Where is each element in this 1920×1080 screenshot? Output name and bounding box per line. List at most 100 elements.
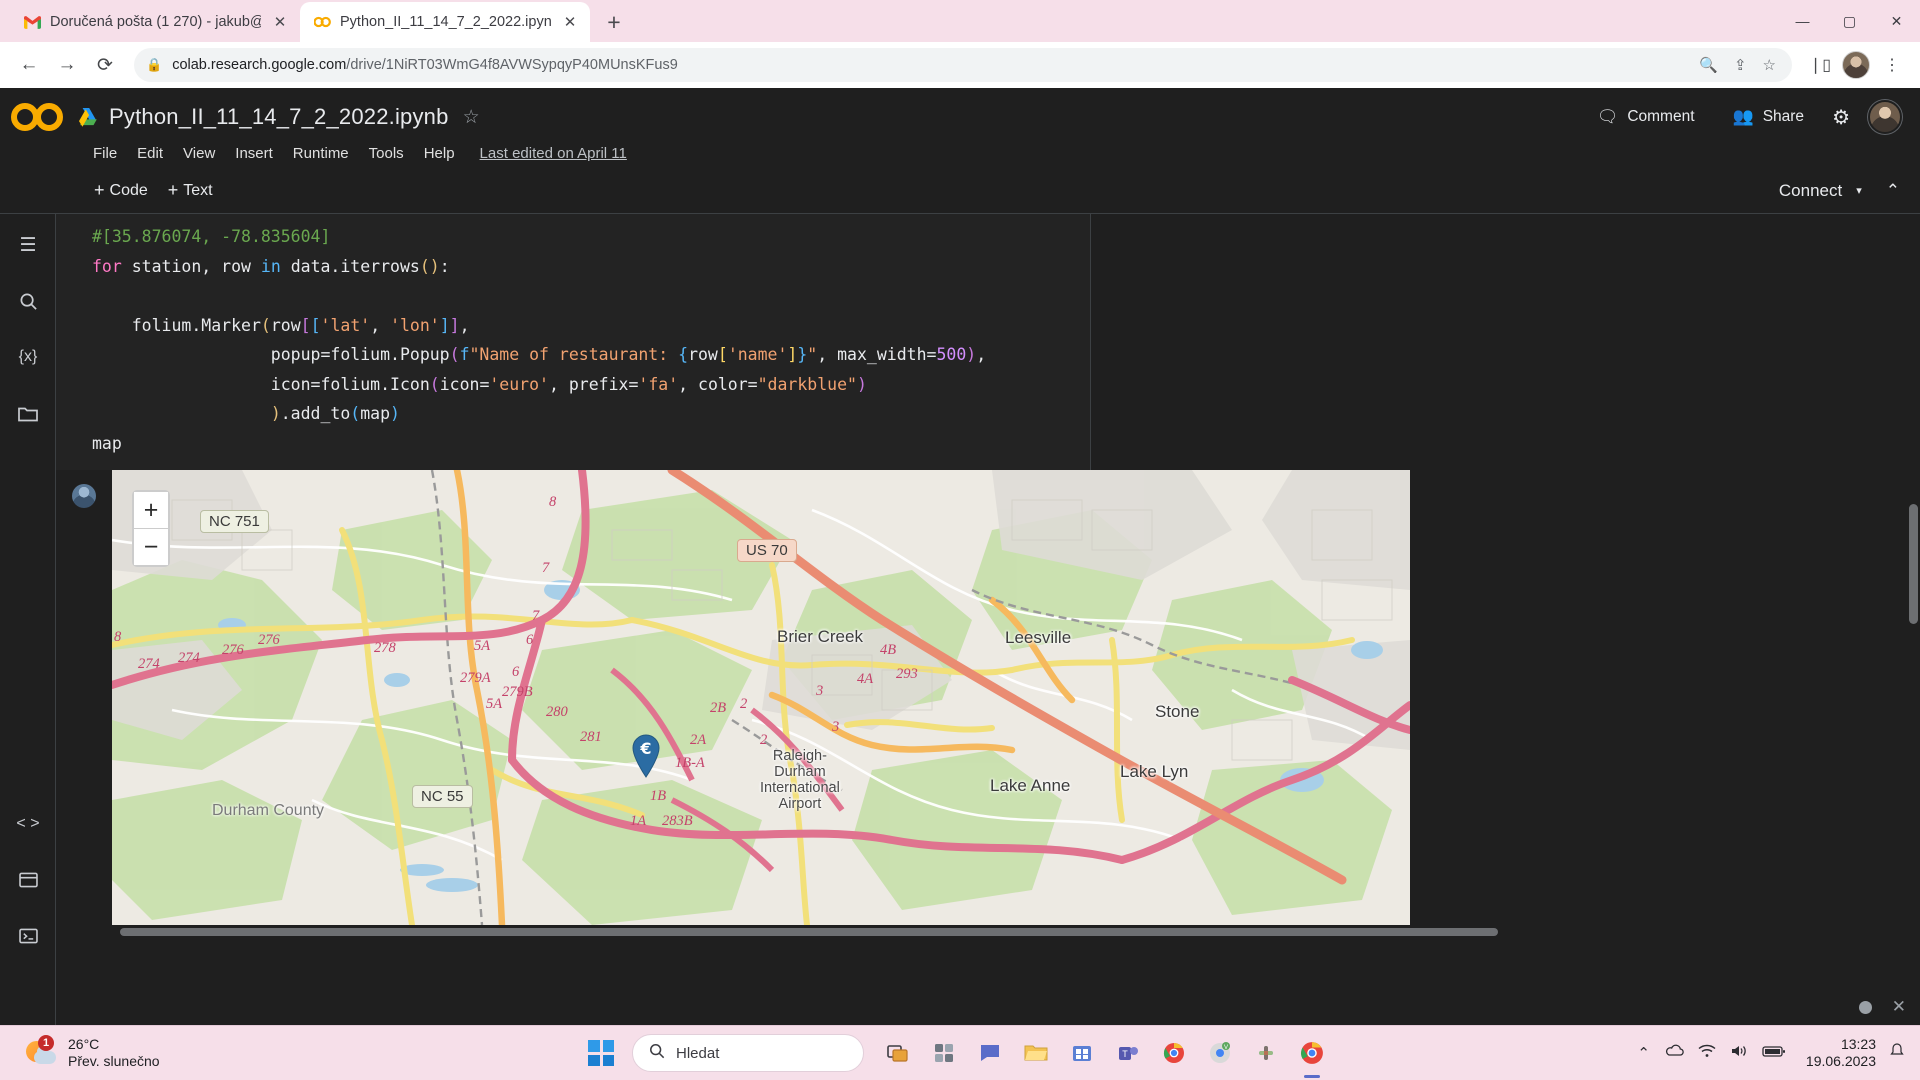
zoom-out-button[interactable]: − [134,529,168,565]
place-label-lake-lyn: Lake Lyn [1120,762,1189,781]
kebab-menu-icon[interactable]: ⋮ [1876,49,1908,81]
wifi-icon[interactable] [1698,1044,1716,1062]
colab-status-indicators: ✕ [1858,997,1906,1017]
zoom-in-button[interactable]: + [134,492,168,528]
colab-icon [314,14,331,31]
close-icon[interactable]: ✕ [1892,997,1906,1017]
exit-number: 278 [374,640,396,656]
map-zoom-controls[interactable]: + − [132,490,170,567]
star-outline-icon[interactable]: ☆ [463,106,480,129]
chrome-beta-icon[interactable]: V [1200,1033,1240,1073]
status-dot-icon [1858,1000,1872,1014]
code-snippets-icon[interactable]: < > [11,807,45,841]
close-icon[interactable]: ✕ [270,12,290,32]
forward-button[interactable]: → [50,48,84,82]
volume-icon[interactable] [1730,1044,1748,1062]
notification-icon[interactable] [1890,1043,1904,1063]
back-button[interactable]: ← [12,48,46,82]
share-icon[interactable]: ⇪ [1734,56,1747,74]
tab-gmail[interactable]: Doručená pošta (1 270) - jakub@ ✕ [10,2,300,42]
exit-number: 2 [740,696,748,712]
add-code-cell-button[interactable]: + Code [84,175,158,206]
teams-icon[interactable]: T [1108,1033,1148,1073]
browser-window: Doručená pošta (1 270) - jakub@ ✕ Python… [0,0,1920,1025]
chrome-active-icon[interactable] [1292,1033,1332,1073]
colab-sidebar-rail: ☰ {x} < > [0,214,56,1025]
exit-number: 8 [549,494,557,510]
last-edited-label[interactable]: Last edited on April 11 [480,145,627,162]
exit-number: 276 [258,632,280,648]
chrome-icon[interactable] [1154,1033,1194,1073]
code-line-map: map [92,433,122,453]
variables-icon[interactable]: {x} [11,340,45,374]
tab-title: Python_II_11_14_7_2_2022.ipynb [340,14,551,30]
folium-map[interactable]: + − NC 751 US 70 NC 55 8 8 7 7 6 6 5A 5A… [112,470,1410,925]
weather-widget[interactable]: 1 26°C Přev. slunečno [0,1035,160,1070]
horizontal-scrollbar[interactable] [56,925,1920,939]
user-avatar[interactable] [1868,100,1902,134]
extensions-icon[interactable]: ❘▯ [1804,49,1836,81]
google-drive-icon[interactable] [78,107,99,127]
exit-number: 293 [896,666,918,682]
exit-number: 283B [662,813,693,829]
map-marker-euro[interactable]: € [630,732,662,778]
search-input[interactable]: Hledat [632,1034,864,1072]
tab-colab[interactable]: Python_II_11_14_7_2_2022.ipynb ✕ [300,2,590,42]
profile-avatar[interactable] [1842,51,1870,79]
colab-logo[interactable] [0,88,78,146]
taskbar-clock[interactable]: 13:23 19.06.2023 [1800,1036,1876,1070]
close-window-button[interactable]: ✕ [1873,0,1920,42]
exit-number: 2B [710,700,727,716]
svg-text:T: T [1122,1049,1128,1059]
files-icon[interactable] [11,396,45,430]
comment-button[interactable]: 🗨 Comment [1587,101,1705,133]
store-icon[interactable] [1062,1033,1102,1073]
exit-number: 4A [857,671,874,687]
exit-number: 281 [580,729,602,745]
star-icon[interactable]: ☆ [1763,56,1776,74]
close-icon[interactable]: ✕ [560,12,580,32]
command-palette-icon[interactable] [11,863,45,897]
exit-number: 279B [502,684,533,700]
connect-button[interactable]: Connect [1771,175,1850,207]
people-icon: 👥 [1732,107,1754,126]
minimize-button[interactable]: — [1779,0,1826,42]
road-shield-us70: US 70 [737,539,797,562]
maximize-button[interactable]: ▢ [1826,0,1873,42]
exit-number: 4B [880,642,897,658]
widgets-icon[interactable] [924,1033,964,1073]
notebook-scroll-area[interactable]: #[35.876074, -78.835604] for station, ro… [56,214,1920,1025]
zoom-search-icon[interactable]: 🔍 [1699,56,1718,74]
table-of-contents-icon[interactable]: ☰ [11,228,45,262]
page-title: Python_II_11_14_7_2_2022.ipynb [109,104,449,129]
browser-toolbar: ← → ⟳ 🔒 colab.research.google.com/drive/… [0,42,1920,88]
battery-icon[interactable] [1762,1045,1786,1062]
windows-start-icon[interactable] [588,1040,614,1066]
comment-icon: 🗨 [1596,107,1619,126]
terminal-icon[interactable] [11,919,45,953]
taskview-icon[interactable] [878,1033,918,1073]
reload-button[interactable]: ⟳ [88,48,122,82]
code-cell[interactable]: #[35.876074, -78.835604] for station, ro… [56,214,1920,470]
code-editor[interactable]: #[35.876074, -78.835604] for station, ro… [56,214,1091,470]
file-explorer-icon[interactable] [1016,1033,1056,1073]
add-text-cell-button[interactable]: + Text [158,175,223,206]
search-icon[interactable] [11,284,45,318]
vertical-scrollbar-thumb[interactable] [1909,504,1918,624]
gear-icon[interactable]: ⚙ [1832,105,1850,130]
address-bar[interactable]: 🔒 colab.research.google.com/drive/1NiRT0… [134,48,1792,82]
slack-icon[interactable] [1246,1033,1286,1073]
share-button[interactable]: 👥 Share [1723,101,1815,133]
chevron-down-icon[interactable]: ▾ [1856,184,1862,197]
chevron-up-icon[interactable]: ⌃ [1886,181,1900,201]
scrollbar-thumb[interactable] [120,928,1498,936]
chevron-up-icon[interactable]: ⌃ [1637,1044,1650,1062]
new-tab-button[interactable]: + [597,5,631,39]
onedrive-icon[interactable] [1664,1044,1684,1062]
road-shield-nc751: NC 751 [200,510,269,533]
code-line-comment: #[35.876074, -78.835604] [92,227,331,246]
chat-icon[interactable] [970,1033,1010,1073]
code-line-icon: icon=folium.Icon(icon='euro', prefix='fa… [92,374,867,394]
rail-bottom-group: < > [0,807,56,953]
notification-badge: 1 [38,1035,54,1051]
